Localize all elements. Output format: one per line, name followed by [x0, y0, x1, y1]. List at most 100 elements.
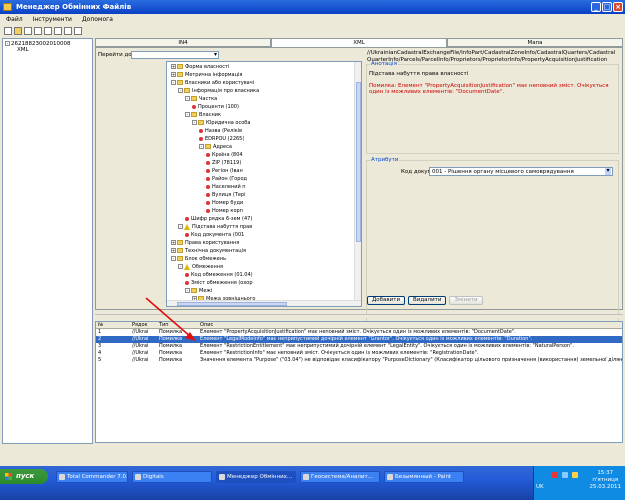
collapse-icon[interactable]: - [192, 120, 197, 125]
task-digitals[interactable]: Digitals [132, 471, 212, 483]
clock-day: п'ятниця [592, 477, 619, 483]
goto-dropdown[interactable] [131, 51, 219, 59]
tree-node[interactable]: EDRPOU (2265( [169, 135, 352, 143]
expand-icon[interactable]: + [171, 240, 176, 245]
tree-node-label: Регіон (Іван [212, 168, 243, 174]
minimize-button[interactable]: _ [591, 2, 601, 12]
tree-node[interactable]: Номер буди [169, 199, 352, 207]
tree-node[interactable]: + Форма власності [169, 63, 352, 71]
tree-node[interactable]: Шифр рядка 6-зем (47) [169, 215, 352, 223]
tree-node[interactable]: - Блок обмежень [169, 255, 352, 263]
value-icon [185, 232, 189, 237]
collapse-icon[interactable]: - [171, 256, 176, 261]
collapse-icon[interactable]: - [171, 80, 176, 85]
tree-node[interactable]: - Власники або користувачі [169, 79, 352, 87]
col-line-header[interactable]: Рядок [130, 322, 157, 328]
delete-button[interactable]: Видалити [408, 296, 447, 305]
start-button[interactable]: пуск [0, 469, 48, 484]
task-total-commander[interactable]: Total Commander 7.0... [56, 471, 128, 483]
menu-tools[interactable]: Інструменти [33, 14, 72, 25]
table-cell: 4 [98, 350, 102, 356]
tree-node[interactable]: Населений п [169, 183, 352, 191]
warning-icon [184, 263, 190, 270]
change-button[interactable]: Змінити [449, 296, 483, 305]
tree-node[interactable]: + Технічна документація [169, 247, 352, 255]
expand-icon[interactable]: + [171, 64, 176, 69]
tree-node[interactable]: - Інформація про власника [169, 87, 352, 95]
col-type-header[interactable]: Тип [157, 322, 198, 328]
new-file-icon[interactable] [4, 27, 12, 35]
tree-node[interactable]: Країна (804 [169, 151, 352, 159]
document-code-dropdown[interactable]: 001 - Рішення органу місцевого самовряду… [429, 167, 613, 176]
expand-icon[interactable]: + [171, 248, 176, 253]
language-indicator[interactable]: UK [536, 484, 544, 490]
tree-node[interactable]: - Обмеження [169, 263, 352, 271]
splitter[interactable] [95, 314, 623, 318]
tree-node[interactable]: - Власник [169, 111, 352, 119]
system-tray: UK 15:37 п'ятниця 25.03.2011 [533, 466, 625, 500]
tree-vertical-scrollbar[interactable] [354, 62, 361, 300]
menu-file[interactable]: Файл [6, 14, 23, 25]
collapse-icon[interactable]: - [185, 288, 190, 293]
tree-node[interactable]: - Межі [169, 287, 352, 295]
save-icon[interactable] [24, 27, 32, 35]
collapse-icon[interactable]: - [185, 112, 190, 117]
tree-node[interactable]: ZIP (78119) [169, 159, 352, 167]
table-row[interactable]: 3 //Ukrai Помилка Елемент "RestrictionEntit… [96, 343, 622, 350]
task-geosystem[interactable]: Геосистема/Аналит... [300, 471, 380, 483]
collapse-icon[interactable]: - [178, 264, 183, 269]
tree-node[interactable]: - Частка [169, 95, 352, 103]
validate-icon[interactable] [44, 27, 52, 35]
antivirus-icon[interactable] [552, 472, 558, 478]
print-icon[interactable] [34, 27, 42, 35]
tree-node[interactable]: Проценти (100) [169, 103, 352, 111]
tab-xml[interactable]: XML [271, 38, 447, 47]
close-button[interactable]: × [613, 2, 623, 12]
collapse-icon[interactable]: - [199, 144, 204, 149]
table-cell: Помилка [159, 343, 183, 349]
tree-hscroll-thumb[interactable] [177, 302, 287, 306]
value-icon [185, 280, 189, 285]
collapse-icon[interactable]: - [178, 224, 183, 229]
tree-vscroll-thumb[interactable] [356, 82, 361, 242]
maximize-button[interactable]: □ [602, 2, 612, 12]
table-row[interactable]: 5 //Ukrai Помилка Значення елемента "Purpos… [96, 357, 622, 364]
table-row[interactable]: 4 //Ukrai Помилка Елемент "RestrictionInfo"… [96, 350, 622, 357]
tree-node[interactable]: Район (Город [169, 175, 352, 183]
expand-icon[interactable]: + [171, 72, 176, 77]
tree-node[interactable]: + Метрична інформація [169, 71, 352, 79]
col-number-header[interactable]: № [96, 322, 130, 328]
table-row[interactable]: 1 //Ukrai Помилка Елемент "PropertyAcquisit… [96, 329, 622, 336]
volume-icon[interactable] [572, 472, 578, 478]
file-tree-xml[interactable]: XML [5, 47, 90, 53]
network-icon[interactable] [562, 472, 568, 478]
collapse-icon[interactable]: - [185, 96, 190, 101]
collapse-icon[interactable]: - [178, 88, 183, 93]
table-row[interactable]: 2 //Ukrai Помилка Елемент "LegalModeInfo" м… [96, 336, 622, 343]
export-icon[interactable] [54, 27, 62, 35]
help-icon[interactable] [74, 27, 82, 35]
tree-node[interactable]: + Права користування [169, 239, 352, 247]
tree-node[interactable]: Код документа (001 [169, 231, 352, 239]
annotation-error: Помилка: Елемент "PropertyAcquisitionJus… [369, 83, 609, 95]
tree-node[interactable]: - Підстава набуття прав [169, 223, 352, 231]
tree-node[interactable]: Номер корп [169, 207, 352, 215]
tab-map[interactable]: Мапа [447, 38, 623, 47]
tree-node[interactable]: - Адреса [169, 143, 352, 151]
open-folder-icon[interactable] [14, 27, 22, 35]
task-paint[interactable]: Безымянный - Paint [384, 471, 464, 483]
menu-help[interactable]: Допомога [82, 14, 113, 25]
tab-in4[interactable]: IN4 [95, 38, 271, 47]
tree-node[interactable]: Назва (Реліків [169, 127, 352, 135]
tree-node[interactable]: Зміст обмеження (охор [169, 279, 352, 287]
tree-node[interactable]: Регіон (Іван [169, 167, 352, 175]
tree-node[interactable]: Вулиця (Тері [169, 191, 352, 199]
settings-icon[interactable] [64, 27, 72, 35]
tree-node[interactable]: Код обмеження (01.04) [169, 271, 352, 279]
tree-horizontal-scrollbar[interactable] [167, 300, 361, 306]
task-exchange-manager[interactable]: Менеджер Обмінних... [216, 471, 296, 483]
tree-node[interactable]: - Юридична особа [169, 119, 352, 127]
clock[interactable]: 15:37 п'ятниця 25.03.2011 [590, 470, 622, 491]
col-description-header[interactable]: Опис [198, 322, 622, 328]
add-button[interactable]: Добавити [367, 296, 406, 305]
